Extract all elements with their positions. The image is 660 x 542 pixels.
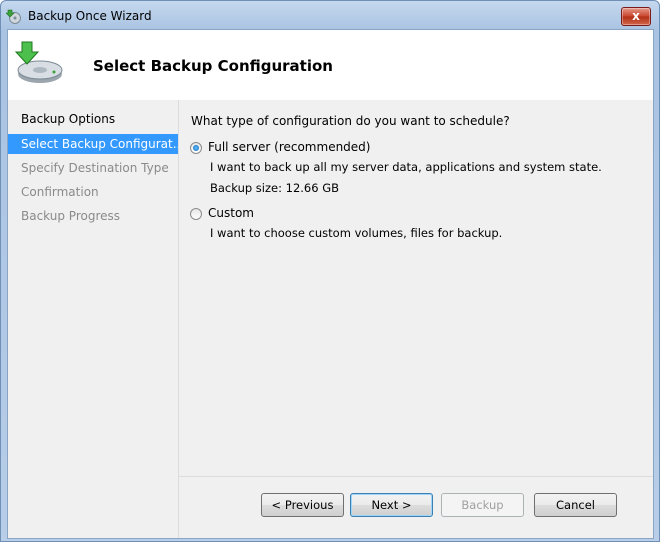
wizard-footer: < Previous Next > Backup Cancel xyxy=(179,477,653,538)
cancel-button[interactable]: Cancel xyxy=(534,493,617,517)
wizard-steps-sidebar: Backup Options Select Backup Configurat.… xyxy=(8,100,179,538)
configuration-question: What type of configuration do you want t… xyxy=(191,114,510,128)
wizard-header: Select Backup Configuration xyxy=(8,30,653,100)
close-button[interactable]: x xyxy=(621,7,651,26)
sidebar-item-specify-destination-type: Specify Destination Type xyxy=(21,161,169,175)
custom-label[interactable]: Custom xyxy=(208,206,254,220)
wizard-client-area: Select Backup Configuration Backup Optio… xyxy=(7,29,654,539)
previous-button[interactable]: < Previous xyxy=(261,493,344,517)
custom-radio[interactable] xyxy=(190,208,202,220)
title-bar[interactable]: Backup Once Wizard x xyxy=(1,1,659,29)
next-button[interactable]: Next > xyxy=(350,493,433,517)
disk-backup-icon xyxy=(12,38,64,86)
sidebar-item-backup-progress: Backup Progress xyxy=(21,209,121,223)
full-server-radio[interactable] xyxy=(190,142,202,154)
sidebar-item-confirmation: Confirmation xyxy=(21,185,99,199)
window-title: Backup Once Wizard xyxy=(28,9,152,23)
radio-selected-dot xyxy=(193,145,199,151)
full-server-label[interactable]: Full server (recommended) xyxy=(208,140,370,154)
wizard-window: Backup Once Wizard x Select Backup Confi… xyxy=(0,0,660,542)
custom-description: I want to choose custom volumes, files f… xyxy=(210,226,503,240)
sidebar-item-backup-options[interactable]: Backup Options xyxy=(8,109,178,129)
page-title: Select Backup Configuration xyxy=(93,57,333,75)
backup-wizard-icon xyxy=(5,8,22,24)
sidebar-item-select-backup-configuration[interactable]: Select Backup Configurat... xyxy=(8,134,178,154)
backup-button[interactable]: Backup xyxy=(441,493,524,517)
backup-size-text: Backup size: 12.66 GB xyxy=(210,181,340,195)
configuration-panel: What type of configuration do you want t… xyxy=(179,100,653,476)
full-server-description: I want to back up all my server data, ap… xyxy=(210,160,602,174)
